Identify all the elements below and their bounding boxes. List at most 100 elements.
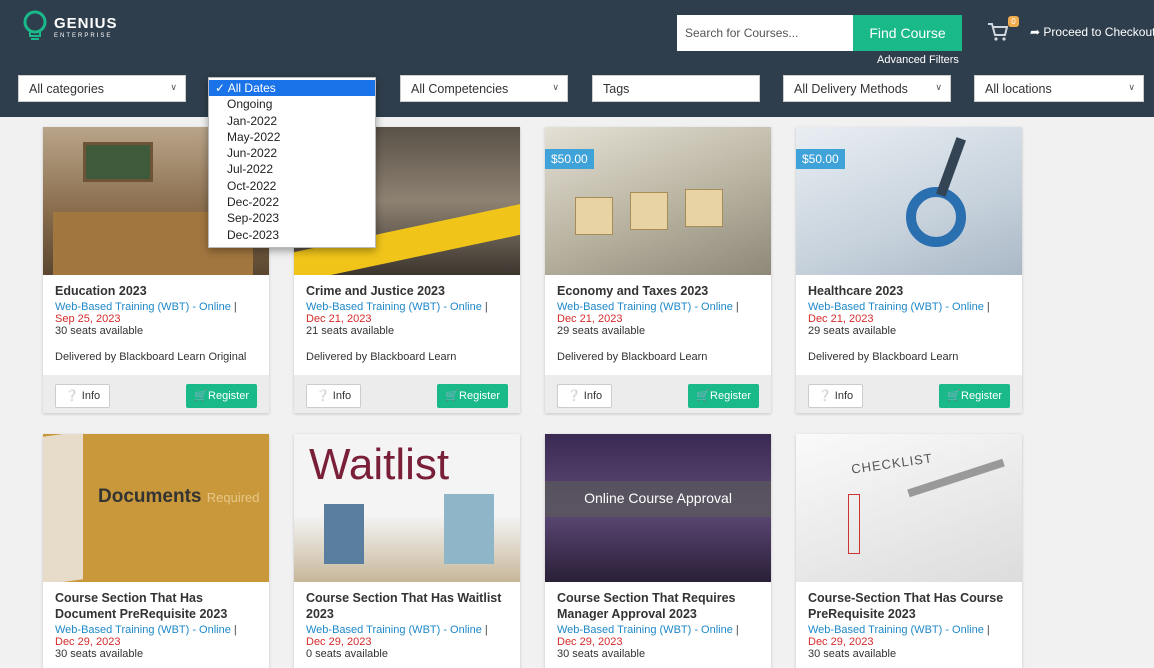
seats-available: 30 seats available bbox=[808, 648, 897, 660]
delivery-method[interactable]: Web-Based Training (WBT) - Online bbox=[306, 301, 482, 313]
top-header: GENIUS ENTERPRISE Find Course Advanced F… bbox=[0, 0, 1154, 117]
info-icon: ❔ bbox=[567, 390, 581, 402]
delivery-select-value: All Delivery Methods bbox=[794, 81, 908, 96]
delivery-method[interactable]: Web-Based Training (WBT) - Online bbox=[557, 301, 733, 313]
thumbnail-text: Waitlist bbox=[309, 440, 450, 489]
course-thumbnail[interactable]: CHECKLIST bbox=[796, 434, 1022, 582]
info-icon: ❔ bbox=[316, 390, 330, 402]
date-option[interactable]: Dec-2023 bbox=[209, 227, 375, 243]
bulb-logo-icon bbox=[23, 10, 47, 40]
course-title[interactable]: Course Section That Has Waitlist 2023 bbox=[306, 590, 508, 622]
logo-title: GENIUS bbox=[54, 14, 118, 32]
course-date: Dec 29, 2023 bbox=[557, 636, 623, 648]
date-option[interactable]: Jan-2022 bbox=[209, 113, 375, 129]
course-date: Dec 29, 2023 bbox=[55, 636, 121, 648]
seats-available: 29 seats available bbox=[557, 325, 646, 337]
date-option[interactable]: Jul-2022 bbox=[209, 161, 375, 177]
dates-dropdown-menu[interactable]: ✓ All Dates Ongoing Jan-2022 May-2022 Ju… bbox=[208, 77, 376, 248]
seats-available: 30 seats available bbox=[55, 325, 144, 337]
seats-available: 30 seats available bbox=[55, 648, 144, 660]
delivery-method[interactable]: Web-Based Training (WBT) - Online bbox=[55, 624, 231, 636]
course-thumbnail[interactable]: Online Course Approval bbox=[545, 434, 771, 582]
delivery-method[interactable]: Web-Based Training (WBT) - Online bbox=[557, 624, 733, 636]
course-title[interactable]: Course Section That Has Document PreRequ… bbox=[55, 590, 257, 622]
info-label: Info bbox=[583, 390, 603, 402]
proceed-to-checkout-link[interactable]: ➦ Proceed to Checkout bbox=[1030, 25, 1154, 39]
seats-available: 30 seats available bbox=[557, 648, 646, 660]
categories-select[interactable]: All categories ∨ bbox=[18, 75, 186, 102]
delivery-method[interactable]: Web-Based Training (WBT) - Online bbox=[306, 624, 482, 636]
course-date: Dec 29, 2023 bbox=[808, 636, 874, 648]
cart-icon: 🛒 bbox=[445, 390, 460, 402]
price-tag: $50.00 bbox=[796, 149, 845, 169]
course-card: CHECKLIST Course-Section That Has Course… bbox=[796, 434, 1022, 668]
course-title[interactable]: Economy and Taxes 2023 bbox=[557, 283, 759, 299]
logo-subtitle: ENTERPRISE bbox=[54, 32, 113, 39]
chevron-down-icon: ∨ bbox=[935, 82, 942, 92]
cart-icon: 🛒 bbox=[194, 390, 209, 402]
chevron-down-icon: ∨ bbox=[170, 82, 177, 92]
delivery-method-select[interactable]: All Delivery Methods ∨ bbox=[783, 75, 951, 102]
course-date: Dec 21, 2023 bbox=[306, 313, 372, 325]
tags-input[interactable]: Tags bbox=[592, 75, 760, 102]
logo[interactable]: GENIUS ENTERPRISE bbox=[22, 10, 118, 44]
date-option[interactable]: Dec-2022 bbox=[209, 194, 375, 210]
date-option-all-dates[interactable]: ✓ All Dates bbox=[209, 80, 375, 97]
date-option[interactable]: Jun-2022 bbox=[209, 145, 375, 161]
delivery-method[interactable]: Web-Based Training (WBT) - Online bbox=[808, 301, 984, 313]
cart-icon: 🛒 bbox=[696, 390, 711, 402]
course-date: Dec 21, 2023 bbox=[557, 313, 623, 325]
course-thumbnail[interactable]: Waitlist bbox=[294, 434, 520, 582]
date-option[interactable]: May-2022 bbox=[209, 129, 375, 145]
competencies-select[interactable]: All Competencies ∨ bbox=[400, 75, 568, 102]
course-title[interactable]: Healthcare 2023 bbox=[808, 283, 1010, 299]
delivery-method[interactable]: Web-Based Training (WBT) - Online bbox=[55, 301, 231, 313]
info-label: Info bbox=[834, 390, 854, 402]
course-card: $50.00 Economy and Taxes 2023 Web-Based … bbox=[545, 127, 771, 413]
course-card: Documents Required Course Section That H… bbox=[43, 434, 269, 668]
info-label: Info bbox=[332, 390, 352, 402]
register-button[interactable]: 🛒Register bbox=[688, 384, 759, 408]
course-thumbnail[interactable]: Documents Required bbox=[43, 434, 269, 582]
chevron-down-icon: ∨ bbox=[552, 82, 559, 92]
thumbnail-text: CHECKLIST bbox=[850, 450, 934, 477]
info-button[interactable]: ❔ Info bbox=[557, 384, 613, 408]
info-button[interactable]: ❔ Info bbox=[306, 384, 362, 408]
date-option[interactable]: Sep-2023 bbox=[209, 210, 375, 226]
seats-available: 21 seats available bbox=[306, 325, 395, 337]
locations-select[interactable]: All locations ∨ bbox=[974, 75, 1144, 102]
info-button[interactable]: ❔ Info bbox=[808, 384, 864, 408]
course-date: Sep 25, 2023 bbox=[55, 313, 121, 325]
find-course-button[interactable]: Find Course bbox=[853, 15, 962, 51]
course-title[interactable]: Crime and Justice 2023 bbox=[306, 283, 508, 299]
course-thumbnail[interactable]: $50.00 bbox=[545, 127, 771, 275]
categories-select-value: All categories bbox=[29, 81, 105, 96]
thumbnail-text: Online Course Approval bbox=[584, 490, 732, 506]
register-button[interactable]: 🛒Register bbox=[437, 384, 508, 408]
cart-icon[interactable] bbox=[987, 22, 1009, 42]
checkout-label: Proceed to Checkout bbox=[1043, 25, 1154, 39]
course-thumbnail[interactable]: $50.00 bbox=[796, 127, 1022, 275]
info-button[interactable]: ❔ Info bbox=[55, 384, 111, 408]
delivery-method[interactable]: Web-Based Training (WBT) - Online bbox=[808, 624, 984, 636]
advanced-filters-link[interactable]: Advanced Filters bbox=[877, 54, 959, 66]
locations-select-value: All locations bbox=[985, 81, 1052, 96]
info-label: Info bbox=[81, 390, 101, 402]
course-card: $50.00 Healthcare 2023 Web-Based Trainin… bbox=[796, 127, 1022, 413]
course-card: Online Course Approval Course Section Th… bbox=[545, 434, 771, 668]
course-title[interactable]: Course Section That Requires Manager App… bbox=[557, 590, 759, 622]
info-icon: ❔ bbox=[65, 390, 79, 402]
register-button[interactable]: 🛒Register bbox=[186, 384, 257, 408]
date-option[interactable]: Oct-2022 bbox=[209, 178, 375, 194]
register-button[interactable]: 🛒Register bbox=[939, 384, 1010, 408]
course-title[interactable]: Education 2023 bbox=[55, 283, 257, 299]
tags-placeholder: Tags bbox=[603, 81, 630, 96]
register-label: Register bbox=[459, 390, 500, 402]
cart-icon: 🛒 bbox=[947, 390, 962, 402]
price-tag: $50.00 bbox=[545, 149, 594, 169]
search-input[interactable] bbox=[677, 15, 853, 51]
date-option[interactable]: Ongoing bbox=[209, 96, 375, 112]
course-title[interactable]: Course-Section That Has Course PreRequis… bbox=[808, 590, 1010, 622]
delivered-by: Delivered by Blackboard Learn bbox=[306, 351, 457, 363]
delivered-by: Delivered by Blackboard Learn Original bbox=[55, 351, 247, 363]
